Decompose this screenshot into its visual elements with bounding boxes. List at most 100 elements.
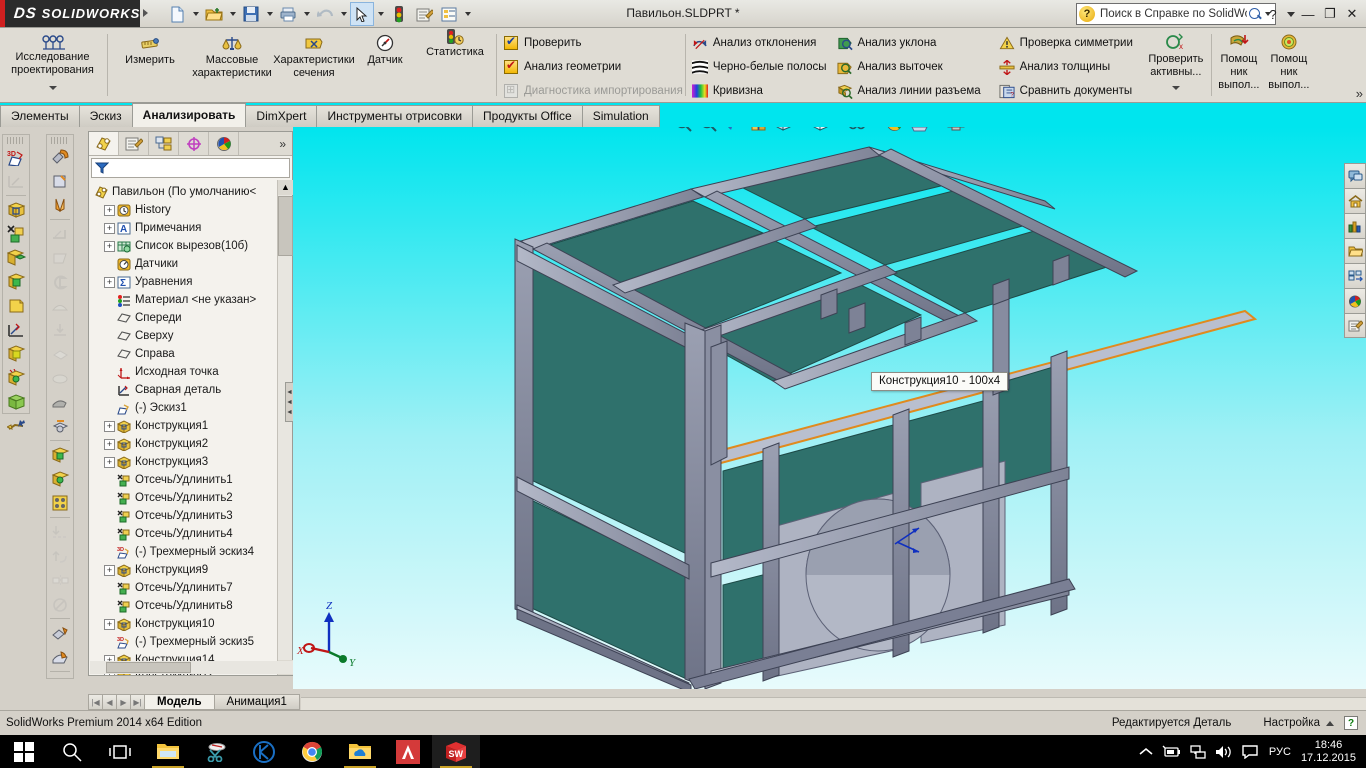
tree-item-material[interactable]: Материал <не указан> bbox=[94, 291, 276, 309]
property-manager-tab[interactable] bbox=[119, 132, 149, 155]
curve-group-icon[interactable] bbox=[47, 467, 73, 491]
tree-item-trim-4[interactable]: Отсечь/Удлинить4 bbox=[94, 525, 276, 543]
measure-button[interactable]: Измерить bbox=[110, 32, 190, 67]
task-view-icon[interactable] bbox=[96, 735, 144, 768]
linear-pattern-group-icon[interactable] bbox=[47, 443, 73, 467]
fillet-bead-icon[interactable] bbox=[3, 294, 29, 318]
start-button[interactable] bbox=[0, 735, 48, 768]
display-manager-tab[interactable] bbox=[209, 132, 239, 155]
drawing-assistant-button[interactable]: Помощ ник выпол... bbox=[1264, 28, 1314, 102]
configuration-manager-tab[interactable] bbox=[149, 132, 179, 155]
feature-tree-tab[interactable] bbox=[89, 132, 119, 155]
clock[interactable]: 18:46 17.12.2015 bbox=[1297, 739, 1366, 765]
tree-root-item[interactable]: Павильон (По умолчанию< bbox=[94, 183, 276, 201]
search-icon[interactable] bbox=[1247, 6, 1263, 22]
tab-produkty-office[interactable]: Продукты Office bbox=[472, 105, 583, 127]
pavilion-3d-model[interactable] bbox=[293, 127, 1366, 689]
revolved-boss-icon[interactable] bbox=[3, 390, 29, 414]
snipping-tool-icon[interactable] bbox=[192, 735, 240, 768]
expand-toggle-icon[interactable]: + bbox=[104, 241, 115, 252]
file-explorer-taskbar-icon[interactable] bbox=[144, 735, 192, 768]
fillet-icon[interactable] bbox=[47, 145, 73, 169]
onedrive-folder-icon[interactable] bbox=[336, 735, 384, 768]
reference-geometry-icon[interactable] bbox=[47, 414, 73, 438]
draft-analysis-button[interactable]: Анализ уклона bbox=[833, 32, 981, 54]
surface-icon[interactable] bbox=[47, 645, 73, 669]
expand-toggle-icon[interactable]: + bbox=[104, 421, 115, 432]
appearances-scenes-icon[interactable] bbox=[1344, 288, 1366, 313]
close-button[interactable]: ✕ bbox=[1342, 4, 1362, 24]
search-folder-icon[interactable] bbox=[1344, 238, 1366, 263]
next-tab-button[interactable]: ▶ bbox=[116, 694, 131, 710]
tree-item-3dsketch-5[interactable]: 3D (-) Трехмерный эскиз5 bbox=[94, 633, 276, 651]
last-tab-button[interactable]: ▶| bbox=[130, 694, 145, 710]
tab-dimxpert[interactable]: DimXpert bbox=[245, 105, 317, 127]
symmetry-check-button[interactable]: Проверка симметрии bbox=[995, 32, 1133, 54]
tree-item-structural-2[interactable]: + Конструкция2 bbox=[94, 435, 276, 453]
indent-icon[interactable] bbox=[47, 366, 73, 390]
flex-icon[interactable] bbox=[47, 318, 73, 342]
3d-sketch-icon[interactable]: 3D bbox=[3, 145, 29, 169]
curve-pattern-icon[interactable] bbox=[47, 544, 73, 568]
tree-item-annotations[interactable]: + A Примечания bbox=[94, 219, 276, 237]
prev-tab-button[interactable]: ◀ bbox=[102, 694, 117, 710]
curvature-button[interactable]: Кривизна bbox=[688, 80, 827, 102]
tree-item-structural-9[interactable]: + Конструкция9 bbox=[94, 561, 276, 579]
toolbar-grip-b[interactable] bbox=[51, 137, 69, 144]
tree-item-3dsketch-4[interactable]: 3D (-) Трехмерный эскиз4 bbox=[94, 543, 276, 561]
expand-toggle-icon[interactable]: + bbox=[104, 277, 115, 288]
performance-assistant-button[interactable]: Помощ ник выпол... bbox=[1214, 28, 1264, 102]
solidworks-resources-icon[interactable] bbox=[1344, 163, 1366, 188]
feature-manager-overflow-icon[interactable]: » bbox=[279, 137, 292, 151]
tree-item-cut-list[interactable]: + Список вырезов(10б) bbox=[94, 237, 276, 255]
sensor-button[interactable]: Датчик bbox=[356, 32, 414, 67]
tree-item-trim-3[interactable]: Отсечь/Удлинить3 bbox=[94, 507, 276, 525]
graphics-viewport[interactable]: ◧ ◨ — ❐ ✕ bbox=[293, 127, 1366, 689]
tab-simulation[interactable]: Simulation bbox=[582, 105, 660, 127]
structural-member-icon[interactable] bbox=[3, 198, 29, 222]
deviation-analysis-button[interactable]: Анализ отклонения bbox=[688, 32, 827, 54]
help-search-input[interactable]: Поиск в Справке по SolidWorks bbox=[1095, 8, 1247, 20]
gusset-icon[interactable] bbox=[3, 270, 29, 294]
expand-toggle-icon[interactable]: + bbox=[104, 565, 115, 576]
show-hidden-icons-icon[interactable] bbox=[1133, 735, 1159, 768]
extruded-cut-icon[interactable] bbox=[3, 366, 29, 390]
maximize-button[interactable]: ❐ bbox=[1320, 4, 1340, 24]
action-center-icon[interactable] bbox=[1237, 735, 1263, 768]
tree-item-sketch1[interactable]: (-) Эскиз1 bbox=[94, 399, 276, 417]
tree-item-weldment[interactable]: Сварная деталь bbox=[94, 381, 276, 399]
expand-toggle-icon[interactable]: + bbox=[104, 457, 115, 468]
dimxpert-manager-tab[interactable] bbox=[179, 132, 209, 155]
settings-expand-icon[interactable] bbox=[1326, 717, 1334, 729]
tree-item-equations[interactable]: + Σ Уравнения bbox=[94, 273, 276, 291]
linear-pattern-icon[interactable] bbox=[47, 520, 73, 544]
tree-item-plane-top[interactable]: Сверху bbox=[94, 327, 276, 345]
compare-documents-button[interactable]: ? Сравнить документы bbox=[995, 80, 1133, 102]
help-search-box[interactable]: ? Поиск в Справке по SolidWorks bbox=[1076, 3, 1276, 25]
mold-tools-icon[interactable] bbox=[47, 390, 73, 414]
instant3d-icon[interactable] bbox=[47, 621, 73, 645]
mass-properties-button[interactable]: Массовые характеристики bbox=[192, 32, 272, 80]
statistics-button[interactable]: Статистика bbox=[416, 32, 494, 59]
pattern-icon[interactable] bbox=[47, 491, 73, 515]
swept-boss-icon[interactable] bbox=[3, 414, 29, 438]
tab-instrumenty-otrisovki[interactable]: Инструменты отрисовки bbox=[316, 105, 473, 127]
design-library-icon[interactable] bbox=[1344, 188, 1366, 213]
tree-item-history[interactable]: + History bbox=[94, 201, 276, 219]
tab-analizirovat[interactable]: Анализировать bbox=[132, 103, 247, 127]
expand-toggle-icon[interactable]: + bbox=[104, 223, 115, 234]
volume-icon[interactable] bbox=[1211, 735, 1237, 768]
section-properties-button[interactable]: Характеристики сечения bbox=[274, 32, 354, 80]
chamfer-icon[interactable] bbox=[47, 169, 73, 193]
check-active-button[interactable]: x Проверить активны... bbox=[1143, 28, 1209, 102]
first-tab-button[interactable]: |◀ bbox=[88, 694, 103, 710]
dome-icon[interactable] bbox=[47, 294, 73, 318]
undercut-analysis-button[interactable]: Анализ выточек bbox=[833, 56, 981, 78]
file-explorer-icon[interactable] bbox=[1344, 213, 1366, 238]
network-icon[interactable] bbox=[1185, 735, 1211, 768]
minimize-button[interactable]: — bbox=[1298, 4, 1318, 24]
extruded-boss-icon[interactable] bbox=[3, 342, 29, 366]
tab-elementy[interactable]: Элементы bbox=[0, 105, 80, 127]
settings-label[interactable]: Настройка bbox=[1247, 717, 1326, 729]
tree-item-structural-3[interactable]: + Конструкция3 bbox=[94, 453, 276, 471]
